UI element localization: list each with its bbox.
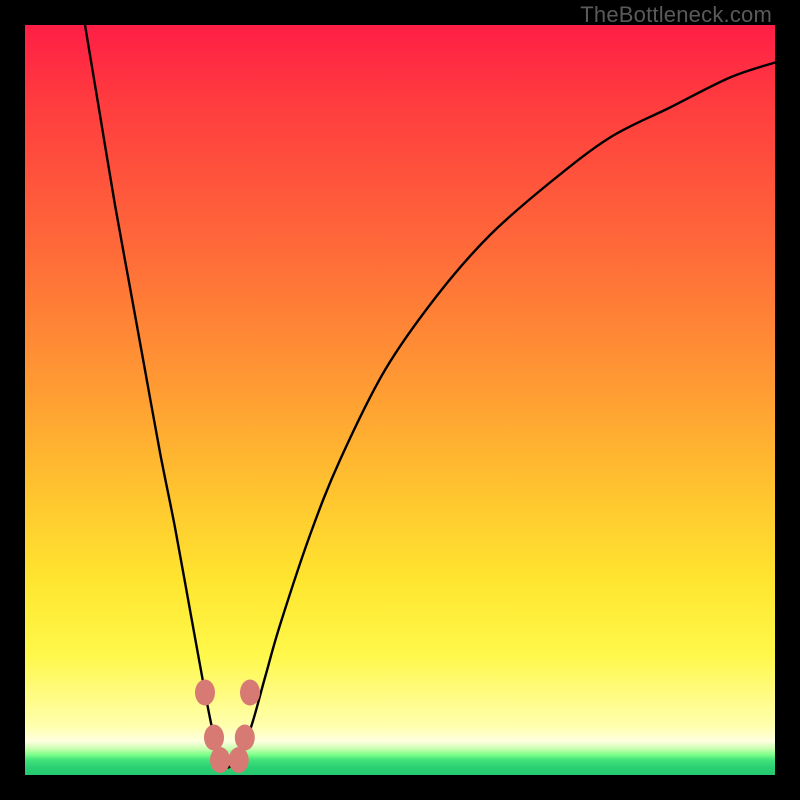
plot-area xyxy=(25,25,775,775)
curve-marker-1 xyxy=(240,680,260,706)
bottleneck-curve xyxy=(85,25,775,768)
curve-marker-3 xyxy=(235,725,255,751)
chart-frame: TheBottleneck.com xyxy=(0,0,800,800)
curve-marker-4 xyxy=(210,747,230,773)
curve-marker-2 xyxy=(204,725,224,751)
curve-svg xyxy=(25,25,775,775)
curve-marker-5 xyxy=(229,747,249,773)
curve-marker-0 xyxy=(195,680,215,706)
attribution-text: TheBottleneck.com xyxy=(580,2,772,28)
